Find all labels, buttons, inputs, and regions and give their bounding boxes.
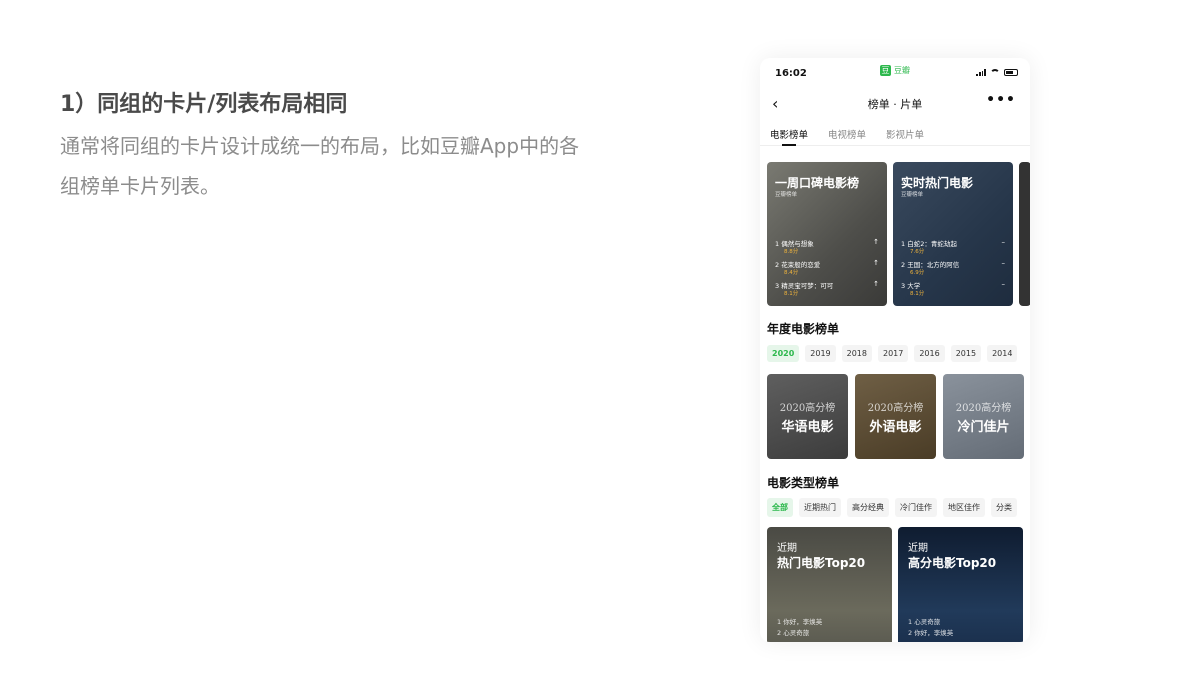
annual-card-main: 外语电影 xyxy=(869,420,922,435)
trend-flat-icon: – xyxy=(1001,280,1006,288)
status-app-indicator: 豆 豆瓣 xyxy=(880,65,910,76)
annual-card-top: 2020高分榜 xyxy=(779,403,836,414)
rank-item[interactable]: 1 偶然与想象 8.8分 ↑ xyxy=(775,238,879,259)
rank-item[interactable]: 1 白蛇2：青蛇劫起 7.6分 – xyxy=(901,238,1005,259)
annual-card-top: 2020高分榜 xyxy=(955,403,1012,414)
rank-card-trending[interactable]: 实时热门电影 豆瓣榜单 1 白蛇2：青蛇劫起 7.6分 – 2 王国：北方的阿信… xyxy=(893,162,1013,306)
trend-flat-icon: – xyxy=(1001,259,1006,267)
status-app-name: 豆瓣 xyxy=(894,66,910,75)
genre-card-top-rated[interactable]: 近期 高分电影Top20 1 心灵奇旅 2 你好，李焕英 xyxy=(898,527,1023,642)
year-chip-2016[interactable]: 2016 xyxy=(914,345,945,362)
genre-chip-recent-hot[interactable]: 近期热门 xyxy=(799,498,841,517)
douban-logo-icon: 豆 xyxy=(880,65,891,76)
rank-card-weekly[interactable]: 一周口碑电影榜 豆瓣榜单 1 偶然与想象 8.8分 ↑ 2 花束般的恋爱 8.4… xyxy=(767,162,887,306)
rank-item-score: 8.1分 xyxy=(910,291,925,297)
genre-card-item: 2 心灵奇旅 xyxy=(777,629,810,637)
year-chip-2015[interactable]: 2015 xyxy=(950,345,982,362)
trend-up-icon: ↑ xyxy=(873,238,879,246)
annual-card-top: 2020高分榜 xyxy=(867,403,924,414)
year-chip-2017[interactable]: 2017 xyxy=(877,345,909,362)
year-chip-2020[interactable]: 2020 xyxy=(767,345,800,362)
rank-card-subtitle: 豆瓣榜单 xyxy=(901,192,924,198)
annual-card-chinese[interactable]: 2020高分榜 华语电影 xyxy=(767,374,848,459)
rank-card-title: 一周口碑电影榜 xyxy=(775,176,860,190)
intro-title: 1）同组的卡片/列表布局相同 xyxy=(60,92,348,117)
tab-collections[interactable]: 影视片单 xyxy=(886,118,924,145)
genre-chip-category[interactable]: 分类 xyxy=(991,498,1017,517)
rank-item[interactable]: 2 王国：北方的阿信 6.9分 – xyxy=(901,259,1005,280)
tab-movie-lists[interactable]: 电影榜单 xyxy=(770,118,808,146)
annual-section-title: 年度电影榜单 xyxy=(767,322,840,336)
genre-card-pre: 近期 xyxy=(908,543,928,554)
annual-card-foreign[interactable]: 2020高分榜 外语电影 xyxy=(855,374,936,459)
genre-card-item: 1 你好，李焕英 xyxy=(777,618,823,626)
rank-item[interactable]: 2 花束般的恋爱 8.4分 ↑ xyxy=(775,259,879,280)
rank-item-score: 6.9分 xyxy=(910,270,925,276)
year-chip-2019[interactable]: 2019 xyxy=(805,345,836,362)
rank-item-score: 8.1分 xyxy=(784,291,799,297)
tab-bar: 电影榜单 电视榜单 影视片单 xyxy=(760,118,1030,146)
genre-card-title: 热门电影Top20 xyxy=(777,556,866,570)
trend-up-icon: ↑ xyxy=(873,259,879,267)
genre-chip-niche[interactable]: 冷门佳作 xyxy=(895,498,937,517)
rank-item-score: 8.4分 xyxy=(784,270,799,276)
year-chip-2018[interactable]: 2018 xyxy=(841,345,872,362)
trend-up-icon: ↑ xyxy=(873,280,879,288)
rank-card-subtitle: 豆瓣榜单 xyxy=(775,192,798,198)
annual-card-hidden-gems[interactable]: 2020高分榜 冷门佳片 xyxy=(943,374,1024,459)
genre-chip-all[interactable]: 全部 xyxy=(767,498,793,517)
annual-card-row: 2020高分榜 华语电影 2020高分榜 外语电影 2020高分榜 冷门佳片 xyxy=(767,374,1024,459)
annual-card-main: 冷门佳片 xyxy=(957,420,1010,435)
status-time: 16:02 xyxy=(775,68,807,79)
rank-item-score: 7.6分 xyxy=(910,249,925,255)
genre-chip-row: 全部 近期热门 高分经典 冷门佳作 地区佳作 分类 xyxy=(767,498,1017,517)
annual-card-main: 华语电影 xyxy=(781,420,834,435)
navbar: ‹ 榜单 · 片单 ••• xyxy=(760,88,1030,118)
year-chip-2014[interactable]: 2014 xyxy=(987,345,1018,362)
phone-screen: 16:02 豆 豆瓣 ‹ 榜单 · 片单 ••• 电影榜单 电视榜单 影视片单 … xyxy=(760,58,1030,642)
wifi-icon xyxy=(990,69,1000,76)
genre-card-hot[interactable]: 近期 热门电影Top20 1 你好，李焕英 2 心灵奇旅 xyxy=(767,527,892,642)
genre-card-item: 1 心灵奇旅 xyxy=(908,618,941,626)
status-icons xyxy=(976,69,1018,76)
rank-item[interactable]: 3 大学 8.1分 – xyxy=(901,280,1005,301)
tab-tv-lists[interactable]: 电视榜单 xyxy=(828,118,866,145)
more-icon[interactable]: ••• xyxy=(986,92,1016,108)
signal-icon xyxy=(976,69,986,76)
rank-card-partial[interactable] xyxy=(1019,162,1030,306)
rank-item[interactable]: 3 精灵宝可梦：可可 8.1分 ↑ xyxy=(775,280,879,301)
genre-card-item: 2 你好，李焕英 xyxy=(908,629,954,637)
battery-icon xyxy=(1004,69,1018,76)
rank-card-title: 实时热门电影 xyxy=(901,176,974,190)
rank-item-score: 8.8分 xyxy=(784,249,799,255)
genre-chip-classic[interactable]: 高分经典 xyxy=(847,498,889,517)
rank-card-row: 一周口碑电影榜 豆瓣榜单 1 偶然与想象 8.8分 ↑ 2 花束般的恋爱 8.4… xyxy=(767,162,1030,306)
status-bar: 16:02 豆 豆瓣 xyxy=(760,58,1030,88)
year-chip-row: 2020 2019 2018 2017 2016 2015 2014 xyxy=(767,345,1018,362)
genre-chip-region[interactable]: 地区佳作 xyxy=(943,498,985,517)
genre-section-title: 电影类型榜单 xyxy=(767,476,840,490)
trend-flat-icon: – xyxy=(1001,238,1006,246)
genre-card-pre: 近期 xyxy=(777,543,797,554)
intro-description: 通常将同组的卡片设计成统一的布局，比如豆瓣App中的各组榜单卡片列表。 xyxy=(60,134,580,198)
genre-card-row: 近期 热门电影Top20 1 你好，李焕英 2 心灵奇旅 近期 高分电影Top2… xyxy=(767,527,1023,642)
genre-card-title: 高分电影Top20 xyxy=(908,556,997,570)
